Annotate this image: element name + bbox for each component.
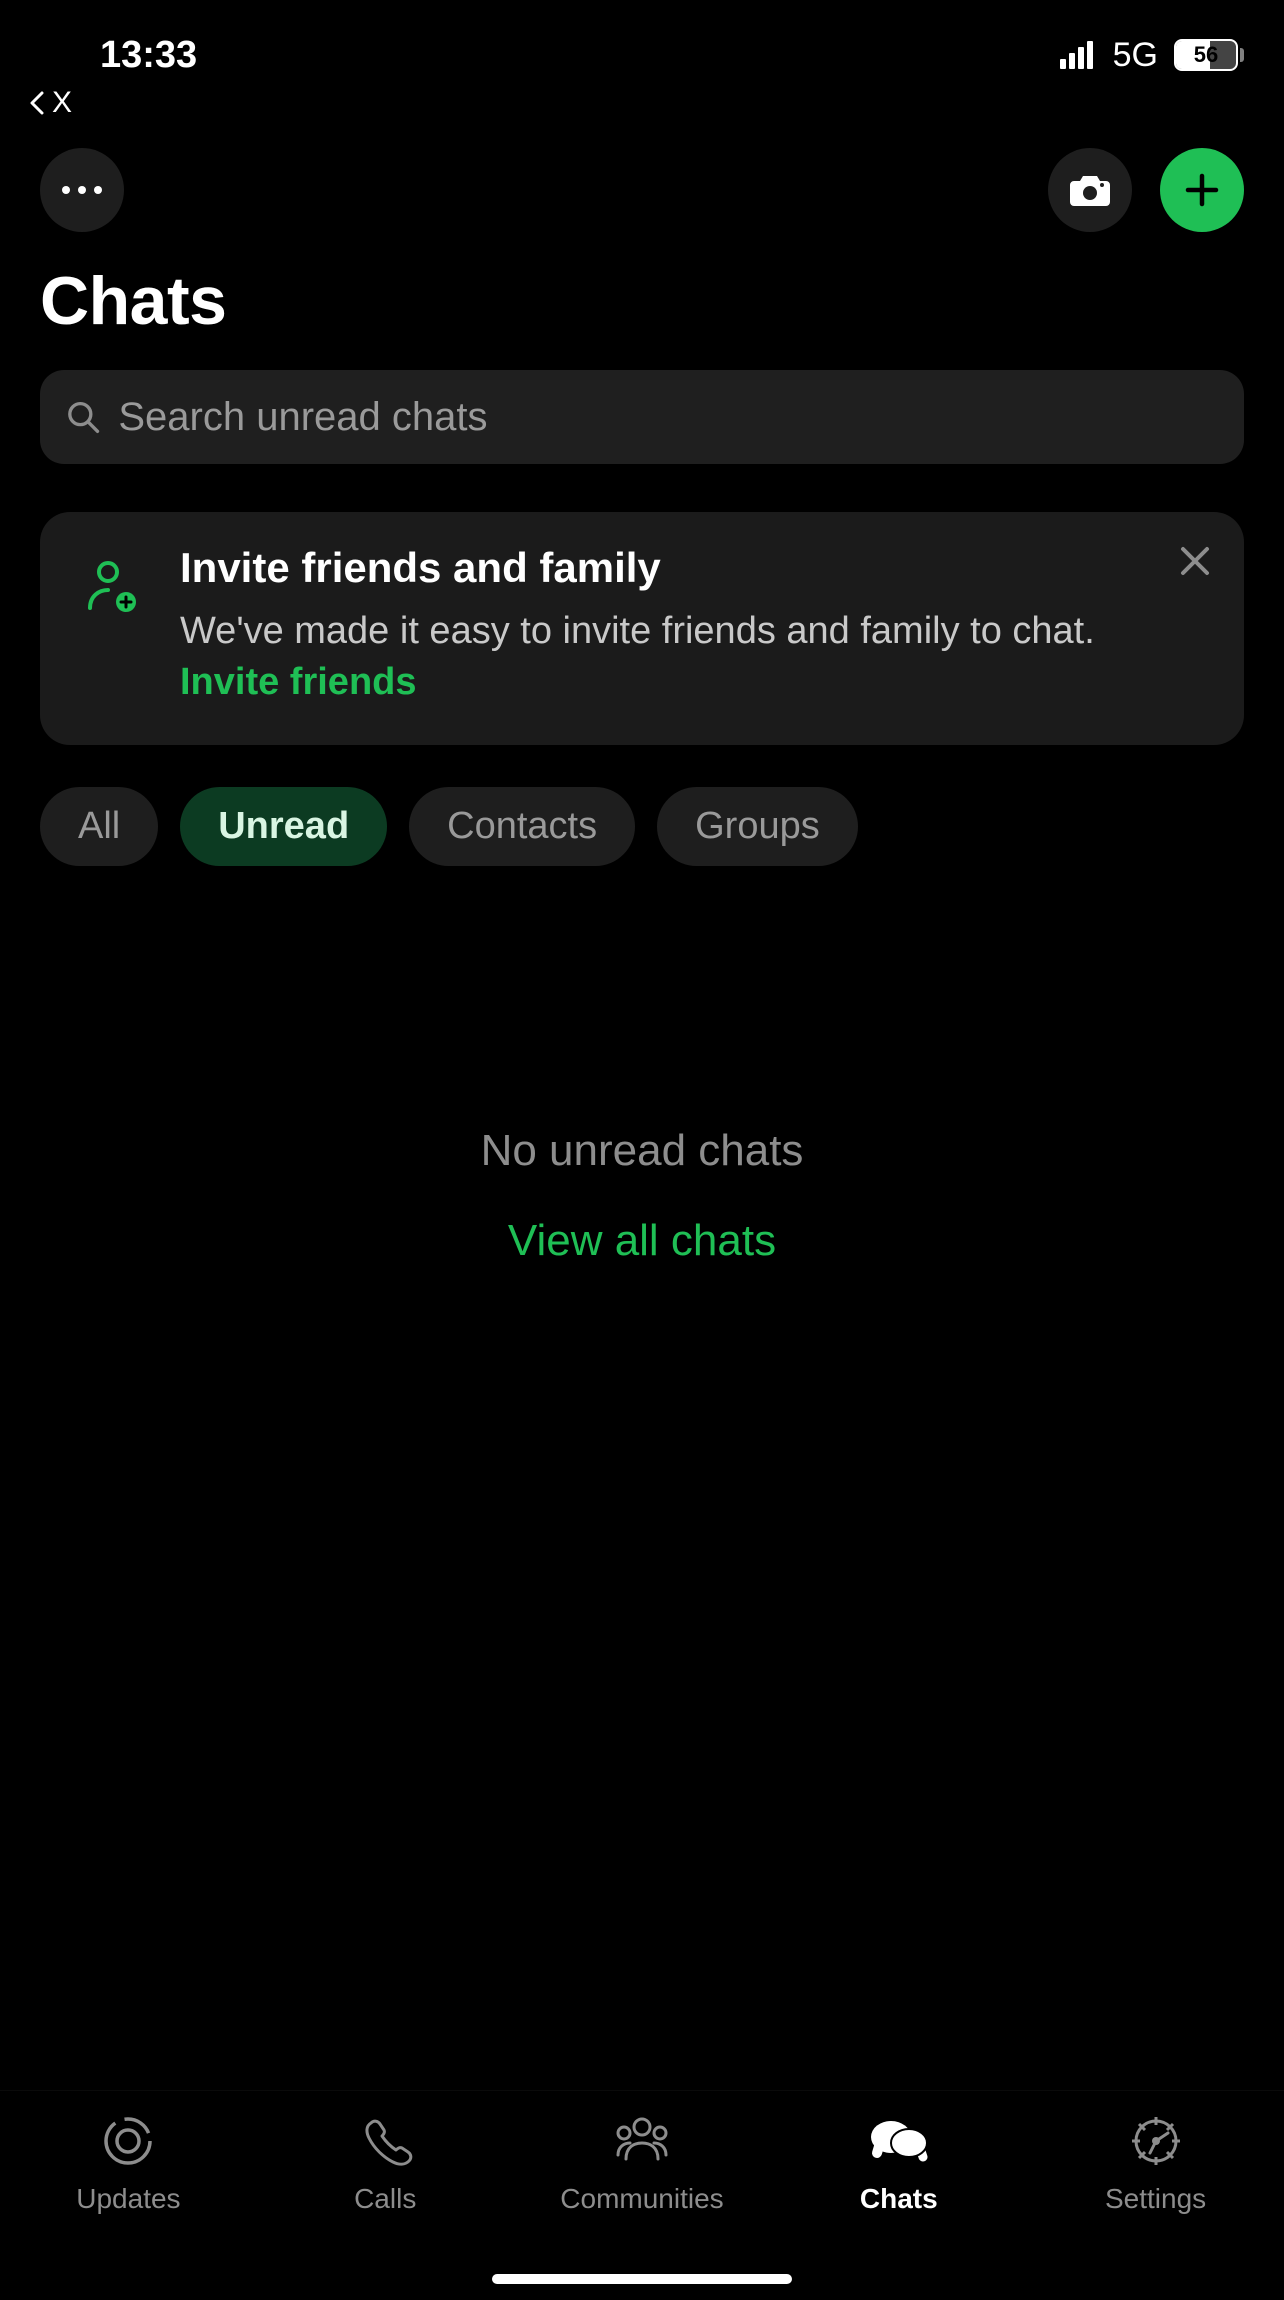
filter-chip-contacts[interactable]: Contacts: [409, 787, 635, 866]
phone-icon: [357, 2109, 413, 2173]
communities-icon: [610, 2109, 674, 2173]
close-icon: [1177, 543, 1213, 579]
back-app-label: X: [52, 86, 72, 120]
tab-settings[interactable]: Settings: [1027, 2109, 1284, 2215]
tab-label: Updates: [76, 2183, 180, 2215]
filter-chip-unread[interactable]: Unread: [180, 787, 387, 866]
search-input[interactable]: [118, 395, 1218, 440]
status-bar: 13:33 5G 56: [0, 0, 1284, 90]
tab-label: Chats: [860, 2183, 938, 2215]
search-container: [40, 370, 1244, 464]
gear-icon: [1128, 2109, 1184, 2173]
battery-indicator: 56: [1174, 39, 1244, 71]
tab-communities[interactable]: Communities: [514, 2109, 771, 2215]
search-icon: [66, 399, 100, 435]
search-field[interactable]: [40, 370, 1244, 464]
top-actions: [0, 120, 1284, 232]
invite-banner: Invite friends and family We've made it …: [40, 512, 1244, 745]
tab-updates[interactable]: Updates: [0, 2109, 257, 2215]
page-title: Chats: [0, 232, 1284, 360]
back-to-app-button[interactable]: X: [0, 86, 1284, 120]
tab-chats[interactable]: Chats: [770, 2109, 1027, 2215]
more-options-button[interactable]: [40, 148, 124, 232]
invite-person-icon: [72, 544, 152, 616]
close-banner-button[interactable]: [1172, 538, 1218, 584]
filter-chips: All Unread Contacts Groups: [0, 745, 1284, 866]
filter-chip-all[interactable]: All: [40, 787, 158, 866]
tab-label: Calls: [354, 2183, 416, 2215]
back-caret-icon: [28, 91, 46, 115]
camera-button[interactable]: [1048, 148, 1132, 232]
status-time: 13:33: [100, 34, 197, 77]
ellipsis-icon: [62, 186, 102, 194]
banner-description: We've made it easy to invite friends and…: [180, 606, 1162, 709]
status-right: 5G 56: [1060, 36, 1244, 75]
new-chat-button[interactable]: [1160, 148, 1244, 232]
tab-label: Communities: [560, 2183, 723, 2215]
tab-calls[interactable]: Calls: [257, 2109, 514, 2215]
banner-title: Invite friends and family: [180, 544, 1162, 592]
cellular-signal-icon: [1060, 41, 1093, 69]
filter-chip-groups[interactable]: Groups: [657, 787, 858, 866]
network-type: 5G: [1113, 36, 1158, 75]
plus-icon: [1182, 170, 1222, 210]
chats-icon: [867, 2109, 931, 2173]
home-indicator[interactable]: [492, 2274, 792, 2284]
battery-level: 56: [1176, 41, 1236, 69]
invite-friends-link[interactable]: Invite friends: [180, 661, 417, 703]
empty-state: No unread chats View all chats: [0, 1126, 1284, 1266]
banner-desc-text: We've made it easy to invite friends and…: [180, 610, 1095, 652]
status-icon: [100, 2109, 156, 2173]
empty-message: No unread chats: [0, 1126, 1284, 1176]
tab-bar: Updates Calls Communities: [0, 2090, 1284, 2300]
view-all-chats-link[interactable]: View all chats: [0, 1216, 1284, 1266]
camera-icon: [1068, 171, 1112, 209]
tab-label: Settings: [1105, 2183, 1206, 2215]
